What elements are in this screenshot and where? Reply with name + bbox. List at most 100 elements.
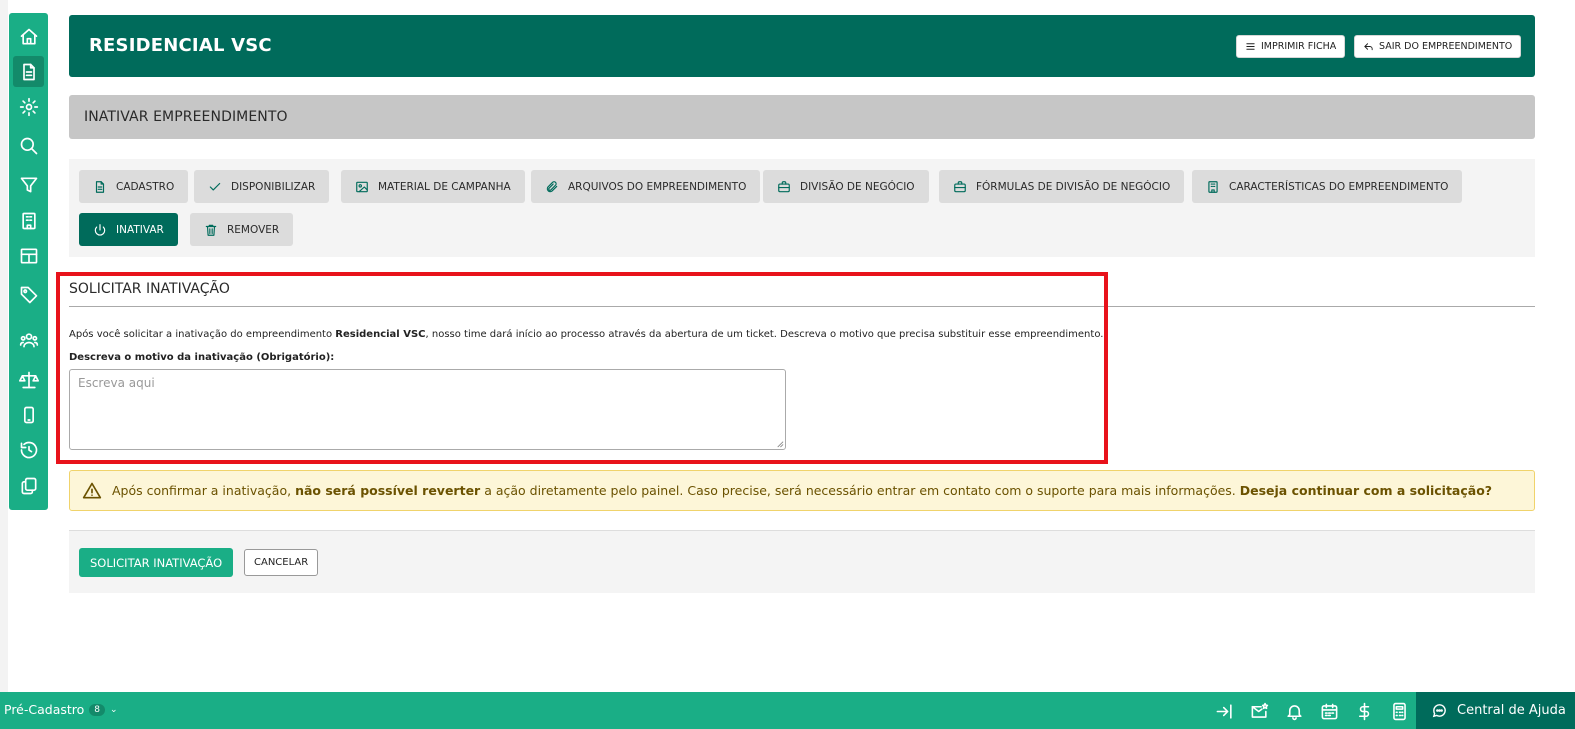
sidebar-item-filter[interactable] xyxy=(13,169,44,200)
tab-formulas-divisao[interactable]: FÓRMULAS DE DIVISÃO DE NEGÓCIO xyxy=(939,170,1185,203)
calculator-button[interactable] xyxy=(1388,700,1410,722)
sidebar-item-mobile[interactable] xyxy=(13,399,44,430)
image-icon xyxy=(356,181,368,192)
tab-remover[interactable]: REMOVER xyxy=(190,213,294,246)
list-icon xyxy=(1246,43,1255,50)
tag-icon xyxy=(20,286,37,303)
sidebar-item-buildings[interactable] xyxy=(13,205,44,236)
warning-question: Deseja continuar com a solicitação? xyxy=(1239,483,1493,498)
divider xyxy=(69,306,1535,307)
briefcase-icon xyxy=(954,180,966,192)
calculator-icon xyxy=(1392,702,1406,720)
calendar-button[interactable] xyxy=(1318,700,1340,722)
warning-alert: Após confirmar a inativação, não será po… xyxy=(69,470,1535,511)
briefcase-icon xyxy=(778,180,790,192)
section-header: INATIVAR EMPREENDIMENTO xyxy=(69,95,1535,139)
chat-bubble-icon xyxy=(1432,704,1446,718)
tab-label: MATERIAL DE CAMPANHA xyxy=(378,180,511,193)
form-description: Após você solicitar a inativação do empr… xyxy=(69,329,1103,340)
reply-icon xyxy=(1364,43,1373,51)
gear-icon xyxy=(19,97,38,116)
description-name: Residencial VSC xyxy=(335,329,426,340)
warning-emphasis: não será possível reverter xyxy=(295,483,481,498)
login-arrow-icon xyxy=(1216,703,1232,719)
tabs-panel: CADASTRO DISPONIBILIZAR MATERIAL DE CAMP… xyxy=(69,159,1535,257)
count-badge: 8 xyxy=(89,703,106,716)
sidebar-item-settings[interactable] xyxy=(13,91,44,122)
tab-label: DIVISÃO DE NEGÓCIO xyxy=(800,180,915,193)
check-icon xyxy=(209,182,221,190)
tab-divisao-negocio[interactable]: DIVISÃO DE NEGÓCIO xyxy=(763,170,929,203)
copy-icon xyxy=(21,477,36,494)
notifications-button[interactable] xyxy=(1283,700,1305,722)
tab-label: INATIVAR xyxy=(116,223,164,236)
sidebar-item-legal[interactable] xyxy=(13,364,44,395)
table-icon xyxy=(20,248,37,263)
description-text: Após você solicitar a inativação do empr… xyxy=(69,329,336,340)
sidebar-item-history[interactable] xyxy=(13,434,44,465)
tab-label: FÓRMULAS DE DIVISÃO DE NEGÓCIO xyxy=(976,180,1171,193)
reason-label: Descreva o motivo da inativação (Obrigat… xyxy=(69,352,335,363)
power-icon xyxy=(94,223,106,236)
phone-icon xyxy=(23,406,34,423)
tab-arquivos[interactable]: ARQUIVOS DO EMPREENDIMENTO xyxy=(531,170,761,203)
building-icon xyxy=(21,212,36,229)
precadastro-dropdown[interactable]: Pré-Cadastro 8 ⌄ xyxy=(4,702,118,717)
warning-icon xyxy=(82,482,102,498)
submit-inactivation-button[interactable]: SOLICITAR INATIVAÇÃO xyxy=(79,548,234,577)
trash-icon xyxy=(205,224,217,236)
page-title: RESIDENCIAL VSC xyxy=(89,35,272,56)
bell-icon xyxy=(1286,704,1302,720)
home-icon xyxy=(20,28,37,45)
building-icon xyxy=(1208,180,1218,193)
sidebar-item-tables[interactable] xyxy=(13,240,44,271)
mail-star-icon xyxy=(1251,702,1268,718)
print-button-label: IMPRIMIR FICHA xyxy=(1261,41,1337,52)
warning-text-mid: a ação diretamente pelo painel. Caso pre… xyxy=(480,483,1240,498)
tab-cadastro[interactable]: CADASTRO xyxy=(79,170,189,203)
window-edge xyxy=(0,0,8,692)
tab-material-campanha[interactable]: MATERIAL DE CAMPANHA xyxy=(341,170,525,203)
reason-textarea[interactable] xyxy=(69,369,786,450)
form-title: SOLICITAR INATIVAÇÃO xyxy=(69,281,230,297)
chevron-down-icon: ⌄ xyxy=(110,704,118,715)
page-header: RESIDENCIAL VSC IMPRIMIR FICHA SAIR DO E… xyxy=(69,15,1535,77)
cancel-button[interactable]: CANCELAR xyxy=(244,549,319,576)
paperclip-icon xyxy=(546,180,558,192)
search-icon xyxy=(20,137,37,154)
login-arrow-button[interactable] xyxy=(1213,700,1235,722)
filter-icon xyxy=(20,177,37,192)
tab-label: REMOVER xyxy=(227,223,280,236)
help-center-label: Central de Ajuda xyxy=(1457,703,1566,718)
tab-label: CARACTERÍSTICAS DO EMPREENDIMENTO xyxy=(1229,180,1449,193)
document-icon xyxy=(22,63,35,80)
resize-handle-icon[interactable] xyxy=(775,439,784,448)
actions-panel: SOLICITAR INATIVAÇÃO CANCELAR xyxy=(69,530,1535,593)
tab-label: CADASTRO xyxy=(116,180,175,193)
tab-inativar[interactable]: INATIVAR xyxy=(79,213,178,246)
tab-caracteristicas[interactable]: CARACTERÍSTICAS DO EMPREENDIMENTO xyxy=(1192,170,1463,203)
bottom-bar: Pré-Cadastro 8 ⌄ Central de Ajuda xyxy=(0,692,1575,729)
sidebar-item-search[interactable] xyxy=(13,130,44,161)
document-icon xyxy=(95,180,105,193)
users-icon xyxy=(19,332,38,347)
sidebar-item-documents[interactable] xyxy=(13,56,44,87)
finance-button[interactable] xyxy=(1353,700,1375,722)
sidebar-item-users[interactable] xyxy=(13,324,44,355)
exit-button[interactable]: SAIR DO EMPREENDIMENTO xyxy=(1354,35,1522,58)
section-title: INATIVAR EMPREENDIMENTO xyxy=(84,109,288,125)
tab-label: ARQUIVOS DO EMPREENDIMENTO xyxy=(568,180,747,193)
sidebar-item-copy[interactable] xyxy=(13,470,44,501)
precadastro-label: Pré-Cadastro xyxy=(4,702,85,717)
help-center-button[interactable]: Central de Ajuda xyxy=(1416,692,1575,729)
calendar-icon xyxy=(1321,703,1337,719)
tab-disponibilizar[interactable]: DISPONIBILIZAR xyxy=(194,170,330,203)
history-icon xyxy=(20,441,37,458)
print-button[interactable]: IMPRIMIR FICHA xyxy=(1236,35,1346,58)
sidebar-item-tags[interactable] xyxy=(13,279,44,310)
sidebar-item-home[interactable] xyxy=(13,21,44,52)
scale-icon xyxy=(18,371,39,388)
exit-button-label: SAIR DO EMPREENDIMENTO xyxy=(1379,41,1513,52)
messages-button[interactable] xyxy=(1248,700,1270,722)
dollar-icon xyxy=(1358,702,1369,720)
